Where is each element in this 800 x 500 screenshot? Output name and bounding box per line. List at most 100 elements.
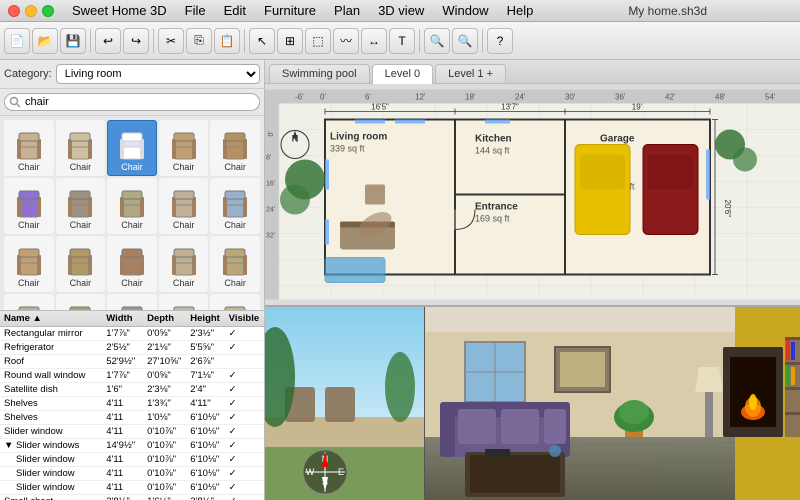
cut-button[interactable]: ✂ <box>158 28 184 54</box>
table-row[interactable]: Slider window 4'11 0'10⅞" 6'10⅛" ✓ <box>0 425 264 439</box>
zoom-in-button[interactable]: 🔍 <box>424 28 450 54</box>
tab-bar: Swimming pool Level 0 Level 1 + <box>265 60 800 84</box>
furniture-item[interactable]: Modern arm... <box>159 294 209 310</box>
tab-level-1[interactable]: Level 1 + <box>435 64 506 83</box>
zoom-out-button[interactable]: 🔍 <box>452 28 478 54</box>
row-width: 1'6" <box>102 383 143 397</box>
row-depth: 0'0⅝" <box>143 327 186 341</box>
table-row[interactable]: ▼ Slider windows 14'9½" 0'10⅞" 6'10⅛" ✓ <box>0 439 264 453</box>
create-polyline-button[interactable]: 〰 <box>333 28 359 54</box>
menu-window[interactable]: Window <box>434 1 496 20</box>
furniture-item[interactable]: Chair <box>159 120 209 176</box>
tab-swimming-pool[interactable]: Swimming pool <box>269 64 370 83</box>
sep1 <box>90 29 91 53</box>
maximize-button[interactable] <box>42 5 54 17</box>
furniture-item[interactable]: Chair <box>107 120 157 176</box>
row-height: 6'10⅛" <box>186 439 224 453</box>
menu-sweethome3d[interactable]: Sweet Home 3D <box>64 1 175 20</box>
svg-text:24': 24' <box>515 93 526 102</box>
furniture-item[interactable]: Lattice chair <box>107 294 157 310</box>
furniture-item[interactable]: Chair <box>56 178 106 234</box>
row-visible: ✓ <box>225 341 264 355</box>
furniture-icon <box>112 123 152 163</box>
traffic-lights <box>8 5 54 17</box>
table-row[interactable]: Slider window 4'11 0'10⅞" 6'10⅛" ✓ <box>0 453 264 467</box>
table-row[interactable]: Round wall window 1'7⅞" 0'0⅝" 7'1⅛" ✓ <box>0 369 264 383</box>
menu-file[interactable]: File <box>177 1 214 20</box>
table-row[interactable]: Satellite dish 1'6" 2'3⅛" 2'4" ✓ <box>0 383 264 397</box>
row-width: 14'9½" <box>102 439 143 453</box>
create-wall-button[interactable]: ⊞ <box>277 28 303 54</box>
table-row[interactable]: Shelves 4'11 1'0⅛" 6'10⅛" ✓ <box>0 411 264 425</box>
tab-level-0[interactable]: Level 0 <box>372 64 433 84</box>
paste-button[interactable]: 📋 <box>214 28 240 54</box>
undo-button[interactable]: ↩ <box>95 28 121 54</box>
create-dimension-button[interactable]: ↔ <box>361 28 387 54</box>
3d-view-area[interactable]: N S W E <box>265 305 800 500</box>
furniture-item[interactable]: Oak chair <box>210 294 260 310</box>
furniture-item[interactable]: Chair <box>159 178 209 234</box>
minimize-button[interactable] <box>25 5 37 17</box>
row-width: 4'11 <box>102 481 143 495</box>
menu-help[interactable]: Help <box>499 1 542 20</box>
menu-3dview[interactable]: 3D view <box>370 1 432 20</box>
furniture-item[interactable]: Chair <box>4 236 54 292</box>
furniture-item[interactable]: Chair <box>210 236 260 292</box>
row-height: 4'11" <box>186 397 224 411</box>
table-row[interactable]: Small chest 2'8⅛" 1'6¼" 2'8⅛" ✓ <box>0 495 264 500</box>
furniture-icon <box>60 123 100 163</box>
table-row[interactable]: Rectangular mirror 1'7⅞" 0'0⅝" 2'3½" ✓ <box>0 327 264 341</box>
furniture-item[interactable]: Chair <box>210 178 260 234</box>
furniture-icon <box>60 297 100 310</box>
open-button[interactable]: 📂 <box>32 28 58 54</box>
menu-plan[interactable]: Plan <box>326 1 368 20</box>
svg-text:12': 12' <box>415 93 426 102</box>
furniture-item[interactable]: Chair with c... <box>4 294 54 310</box>
category-select[interactable]: Living room Bedroom Kitchen Bathroom <box>56 64 260 84</box>
floorplan-svg: -6' 0' 6' 12' 18' 24' 30' 36' 42' 48' 54… <box>265 84 800 305</box>
close-button[interactable] <box>8 5 20 17</box>
properties-table: Name ▲ Width Depth Height Visible Rectan… <box>0 311 264 500</box>
menu-furniture[interactable]: Furniture <box>256 1 324 20</box>
furniture-item-label: Chair <box>70 221 92 231</box>
table-row[interactable]: Refrigerator 2'5½" 2'1⅛" 5'5⅝" ✓ <box>0 341 264 355</box>
furniture-item[interactable]: Chair <box>56 120 106 176</box>
row-visible: ✓ <box>225 327 264 341</box>
sep4 <box>419 29 420 53</box>
furniture-icon <box>112 297 152 310</box>
furniture-item[interactable]: Chair <box>56 236 106 292</box>
furniture-item[interactable]: Child chair <box>56 294 106 310</box>
row-visible: ✓ <box>225 495 264 500</box>
furniture-item[interactable]: Chair <box>107 236 157 292</box>
new-button[interactable]: 📄 <box>4 28 30 54</box>
furniture-item[interactable]: Chair <box>210 120 260 176</box>
table-row[interactable]: Slider window 4'11 0'10⅞" 6'10⅛" ✓ <box>0 467 264 481</box>
furniture-item[interactable]: Chair <box>159 236 209 292</box>
properties-panel: Name ▲ Width Depth Height Visible Rectan… <box>0 310 264 500</box>
row-name: Roof <box>0 355 102 369</box>
save-button[interactable]: 💾 <box>60 28 86 54</box>
row-width: 2'5½" <box>102 341 143 355</box>
furniture-icon <box>60 239 100 279</box>
select-button[interactable]: ↖ <box>249 28 275 54</box>
table-row[interactable]: Roof 52'9½" 27'10⅝" 2'6⅞" <box>0 355 264 369</box>
create-label-button[interactable]: T <box>389 28 415 54</box>
help-button[interactable]: ? <box>487 28 513 54</box>
menu-edit[interactable]: Edit <box>216 1 254 20</box>
furniture-item-label: Chair <box>18 279 40 289</box>
furniture-item[interactable]: Chair <box>4 120 54 176</box>
furniture-item-label: Chair <box>224 163 246 173</box>
row-depth: 0'10⅞" <box>143 439 186 453</box>
floorplan-area[interactable]: -6' 0' 6' 12' 18' 24' 30' 36' 42' 48' 54… <box>265 84 800 305</box>
copy-button[interactable]: ⎘ <box>186 28 212 54</box>
table-row[interactable]: Shelves 4'11 1'3¾" 4'11" ✓ <box>0 397 264 411</box>
svg-text:16'5": 16'5" <box>371 103 389 112</box>
redo-button[interactable]: ↪ <box>123 28 149 54</box>
search-input[interactable] <box>4 93 260 111</box>
row-name: Shelves <box>0 397 102 411</box>
row-name: Round wall window <box>0 369 102 383</box>
furniture-item[interactable]: Chair <box>107 178 157 234</box>
table-row[interactable]: Slider window 4'11 0'10⅞" 6'10⅛" ✓ <box>0 481 264 495</box>
furniture-item[interactable]: Chair <box>4 178 54 234</box>
create-room-button[interactable]: ⬚ <box>305 28 331 54</box>
